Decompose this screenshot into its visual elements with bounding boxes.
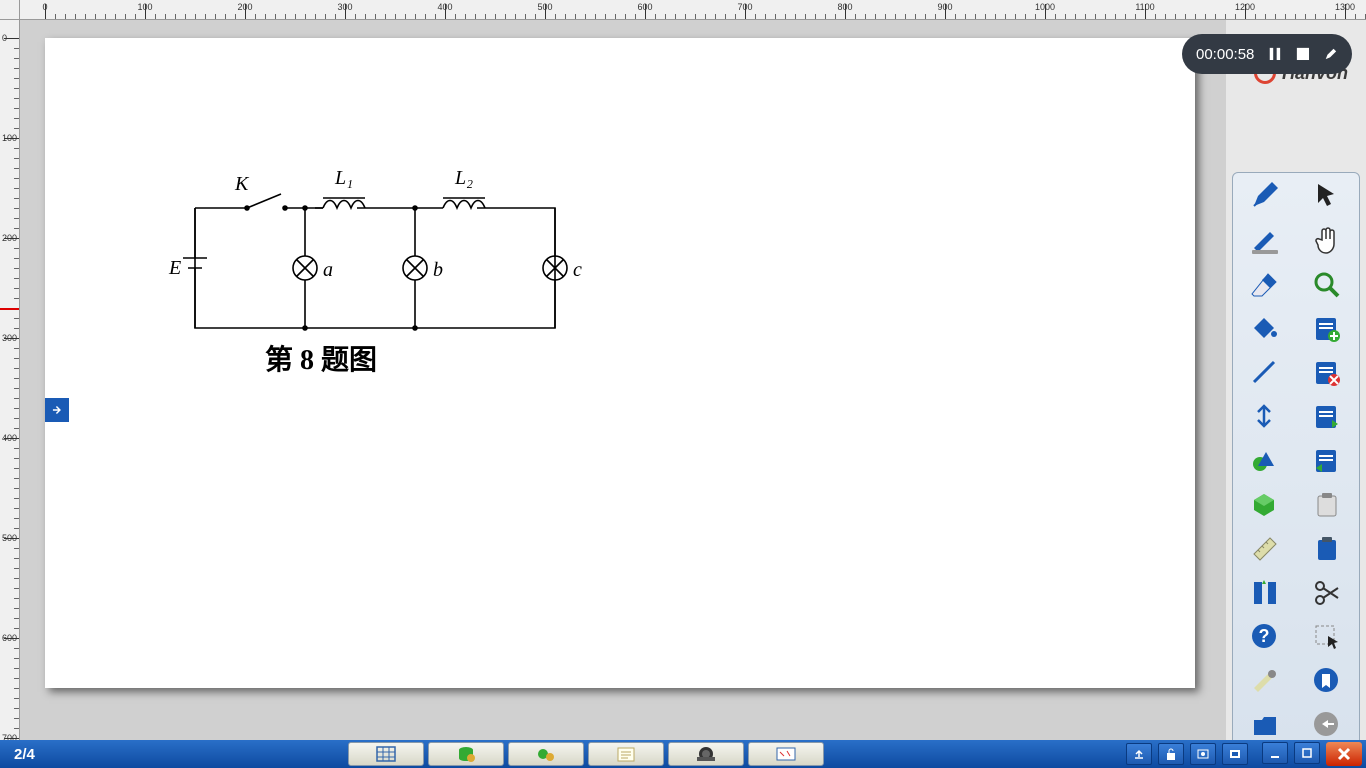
taskbar-unlock-button[interactable] bbox=[1158, 743, 1184, 765]
ruler-vertical: 0100200300400500600700 bbox=[0, 20, 20, 740]
math-tool[interactable] bbox=[1237, 399, 1293, 435]
label-l1: L₁ bbox=[334, 167, 353, 189]
label-l2: L₂ bbox=[454, 167, 473, 189]
page-delete-tool[interactable] bbox=[1299, 355, 1355, 391]
page-add-tool[interactable] bbox=[1299, 311, 1355, 347]
clipboard-tool[interactable] bbox=[1299, 487, 1355, 523]
label-bulb-a: a bbox=[323, 259, 333, 281]
select-area-tool[interactable] bbox=[1299, 619, 1355, 655]
taskbar-grid-button[interactable] bbox=[348, 742, 424, 766]
taskbar-gears-button[interactable] bbox=[508, 742, 584, 766]
label-source: E bbox=[168, 257, 181, 279]
taskbar-camera-button[interactable] bbox=[668, 742, 744, 766]
eraser-tool[interactable] bbox=[1237, 267, 1293, 303]
bookmark-tool[interactable] bbox=[1299, 663, 1355, 699]
page-indicator: 2/4 bbox=[0, 746, 49, 763]
brush-tool[interactable] bbox=[1237, 223, 1293, 259]
bucket-tool[interactable] bbox=[1237, 311, 1293, 347]
taskbar-notes-button[interactable] bbox=[588, 742, 664, 766]
ruler-horizontal: 0100200300400500600700800900100011001200… bbox=[20, 0, 1366, 20]
circuit-diagram: K E L₁ L₂ a b c bbox=[155, 148, 585, 368]
pen-tool[interactable] bbox=[1237, 179, 1293, 215]
pointer-tool[interactable] bbox=[1299, 179, 1355, 215]
taskbar-database-button[interactable] bbox=[428, 742, 504, 766]
taskbar-upload-button[interactable] bbox=[1126, 743, 1152, 765]
figure-caption: 第 8 题图 bbox=[265, 338, 377, 378]
minimize-button[interactable] bbox=[1262, 742, 1288, 764]
line-tool[interactable] bbox=[1237, 355, 1293, 391]
zoom-tool[interactable] bbox=[1299, 267, 1355, 303]
paste-tool[interactable] bbox=[1299, 531, 1355, 567]
label-switch: K bbox=[234, 173, 250, 195]
page-next-tool[interactable] bbox=[1299, 399, 1355, 435]
stop-button[interactable] bbox=[1296, 46, 1310, 62]
recording-time: 00:00:58 bbox=[1196, 46, 1254, 63]
ruler-tool[interactable] bbox=[1237, 531, 1293, 567]
page-prev-tool[interactable] bbox=[1299, 443, 1355, 479]
ruler-corner bbox=[0, 0, 20, 20]
shapes-tool[interactable] bbox=[1237, 443, 1293, 479]
settings-tool[interactable] bbox=[1237, 663, 1293, 699]
label-bulb-c: c bbox=[573, 259, 582, 281]
taskbar-whiteboard-button[interactable] bbox=[748, 742, 824, 766]
3d-shapes-tool[interactable] bbox=[1237, 487, 1293, 523]
hand-tool[interactable] bbox=[1299, 223, 1355, 259]
side-toolbar: ? bbox=[1232, 172, 1360, 750]
svg-text:?: ? bbox=[1259, 626, 1270, 646]
scissors-tool[interactable] bbox=[1299, 575, 1355, 611]
help-tool[interactable]: ? bbox=[1237, 619, 1293, 655]
edit-button[interactable] bbox=[1324, 46, 1338, 62]
taskbar-screen-button[interactable] bbox=[1190, 743, 1216, 765]
maximize-button[interactable] bbox=[1294, 742, 1320, 764]
label-bulb-b: b bbox=[433, 259, 443, 281]
canvas-area[interactable]: K E L₁ L₂ a b c 第 8 题图 bbox=[20, 20, 1226, 740]
share-tool[interactable] bbox=[1299, 707, 1355, 743]
next-page-arrow[interactable] bbox=[45, 398, 69, 422]
recording-overlay: 00:00:58 bbox=[1182, 34, 1352, 74]
folder-tool[interactable] bbox=[1237, 707, 1293, 743]
page[interactable]: K E L₁ L₂ a b c 第 8 题图 bbox=[45, 38, 1195, 688]
pause-button[interactable] bbox=[1268, 46, 1282, 62]
close-button[interactable] bbox=[1326, 742, 1362, 766]
taskbar-slides-button[interactable] bbox=[1222, 743, 1248, 765]
taskbar: 2/4 bbox=[0, 740, 1366, 768]
curtain-tool[interactable] bbox=[1237, 575, 1293, 611]
